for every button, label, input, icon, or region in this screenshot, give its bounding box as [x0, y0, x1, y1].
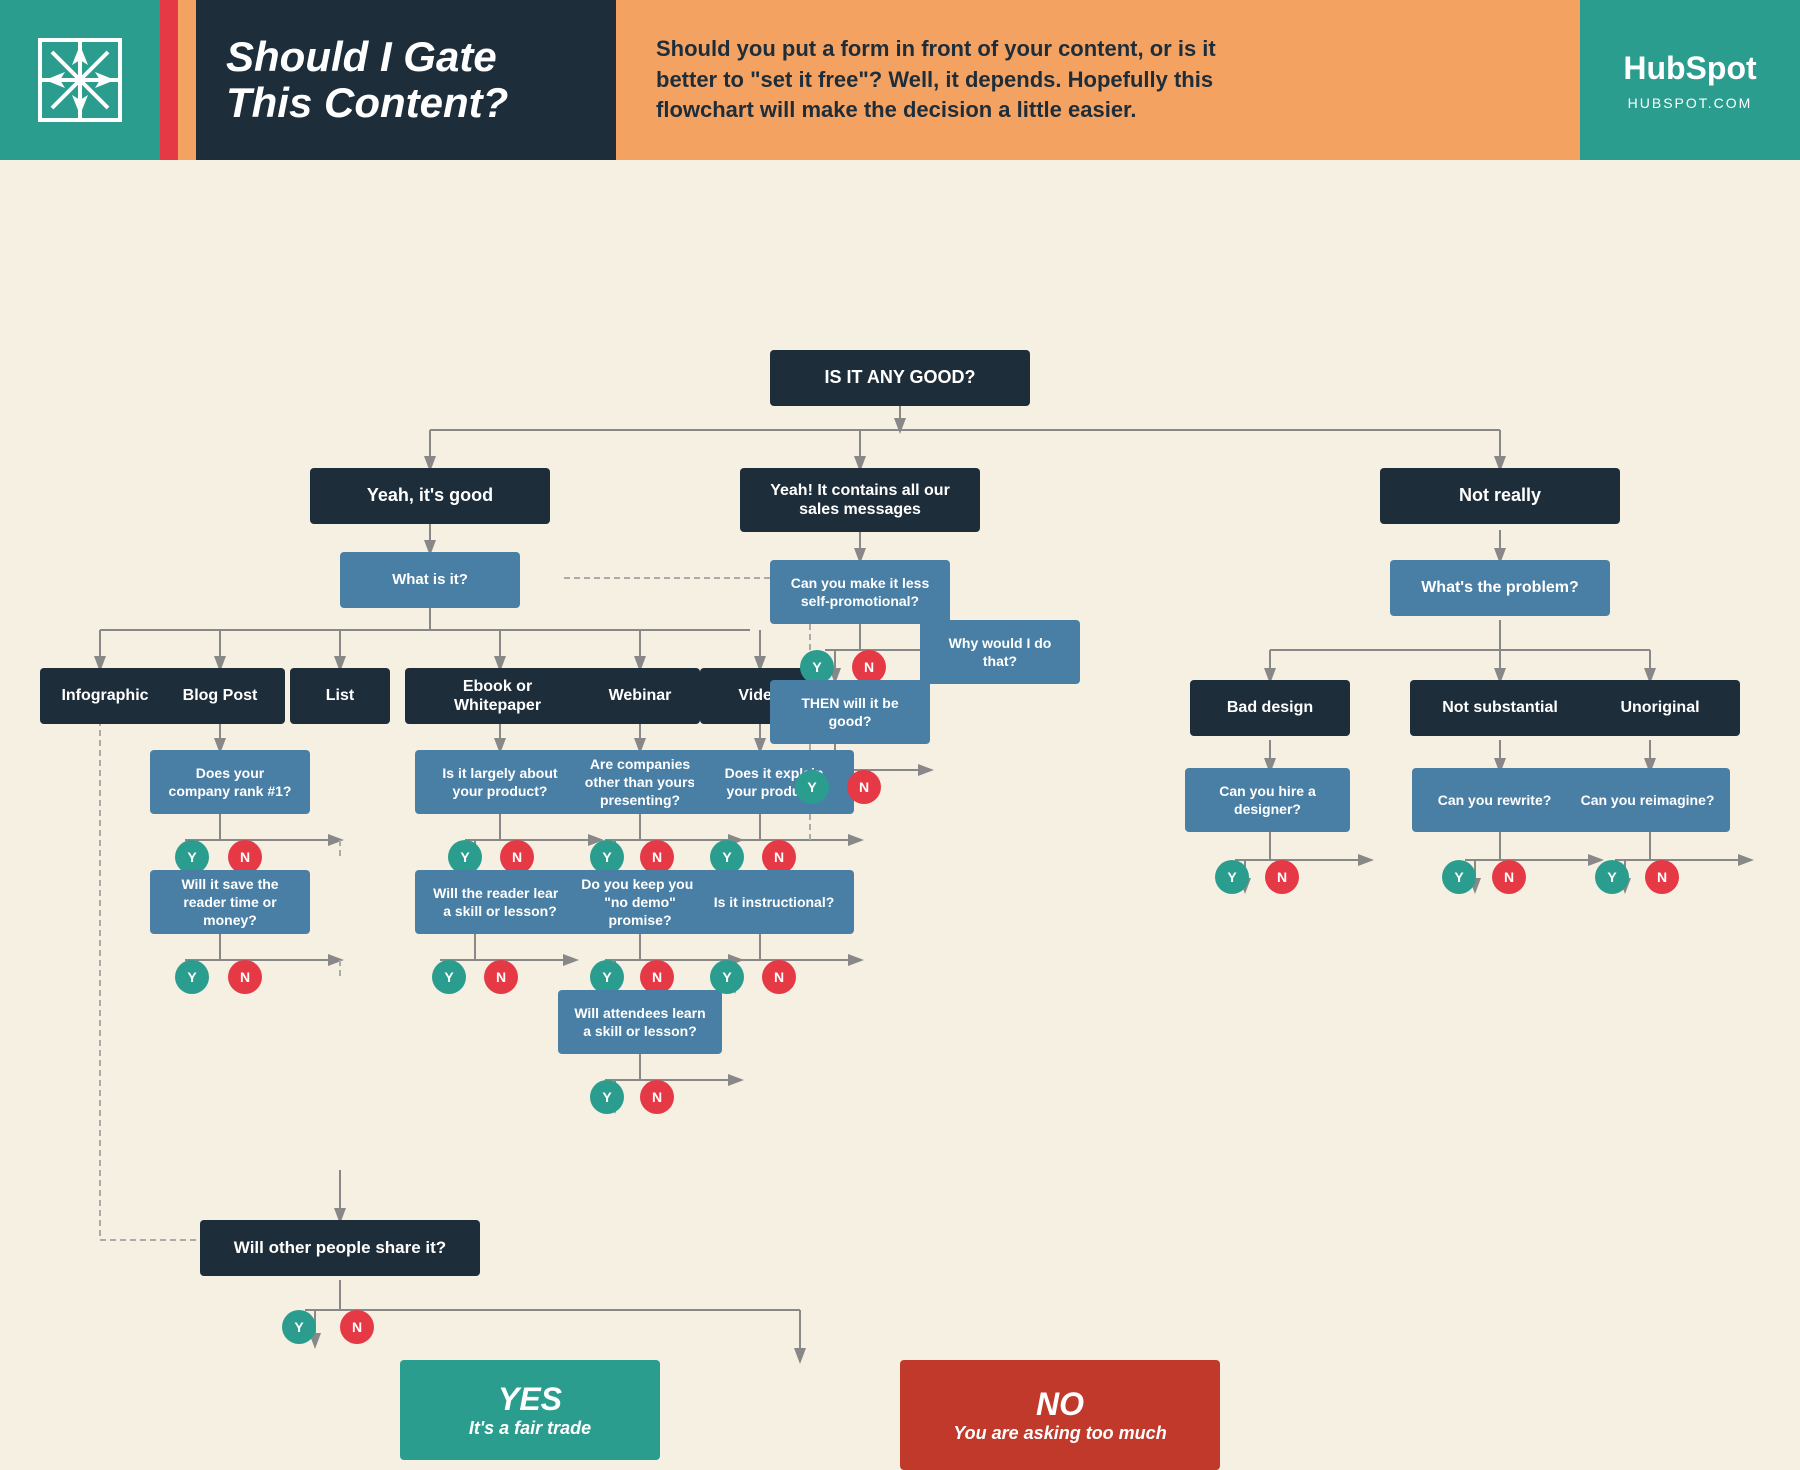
- can-reimagine-node: Can you reimagine?: [1565, 768, 1730, 832]
- then-good-yes: Y: [795, 770, 829, 804]
- yeah-sales-node: Yeah! It contains all our sales messages: [740, 468, 980, 532]
- red-accent-bar: [160, 0, 178, 160]
- less-promo-yes: Y: [800, 650, 834, 684]
- hubspot-background: HubSpot HUBSPOT.COM: [1580, 0, 1800, 160]
- page-title: Should I Gate This Content?: [226, 34, 508, 126]
- company-rank-no: N: [228, 840, 262, 874]
- list-node: List: [290, 668, 390, 724]
- hubspot-url: HUBSPOT.COM: [1628, 95, 1753, 111]
- save-reader-node: Will it save the reader time or money?: [150, 870, 310, 934]
- can-reimagine-no: N: [1645, 860, 1679, 894]
- unoriginal-node: Unoriginal: [1580, 680, 1740, 736]
- will-share-node: Will other people share it?: [200, 1220, 480, 1276]
- then-good-no: N: [847, 770, 881, 804]
- explain-product-no: N: [762, 840, 796, 874]
- ebook-node: Ebook or Whitepaper: [405, 668, 590, 724]
- keep-no-demo-no: N: [640, 960, 674, 994]
- then-good-node: THEN will it be good?: [770, 680, 930, 744]
- less-promo-node: Can you make it less self-promotional?: [770, 560, 950, 624]
- yes-sublabel: It's a fair trade: [469, 1418, 591, 1440]
- why-would-node: Why would I do that?: [920, 620, 1080, 684]
- orange-accent-bar: [178, 0, 196, 160]
- company-rank-yes: Y: [175, 840, 209, 874]
- webinar-node: Webinar: [580, 668, 700, 724]
- page-description: Should you put a form in front of your c…: [656, 34, 1256, 126]
- result-yes-node: YES It's a fair trade: [400, 1360, 660, 1460]
- logo-icon: [30, 30, 130, 130]
- instructional-yes: Y: [710, 960, 744, 994]
- can-rewrite-yes: Y: [1442, 860, 1476, 894]
- share-no: N: [340, 1310, 374, 1344]
- is-instructional-node: Is it instructional?: [694, 870, 854, 934]
- yeah-good-node: Yeah, it's good: [310, 468, 550, 524]
- description-background: Should you put a form in front of your c…: [616, 0, 1580, 160]
- companies-other-yes: Y: [590, 840, 624, 874]
- attendees-learn-yes: Y: [590, 1080, 624, 1114]
- blog-post-node: Blog Post: [155, 668, 285, 724]
- start-node: IS IT ANY GOOD?: [770, 350, 1030, 406]
- save-reader-no: N: [228, 960, 262, 994]
- can-rewrite-no: N: [1492, 860, 1526, 894]
- explain-product-yes: Y: [710, 840, 744, 874]
- logo-background: [0, 0, 160, 160]
- bad-design-node: Bad design: [1190, 680, 1350, 736]
- instructional-no: N: [762, 960, 796, 994]
- flowchart: IS IT ANY GOOD? Yeah, it's good Yeah! It…: [0, 160, 1800, 1412]
- attendees-learn-node: Will attendees learn a skill or lesson?: [558, 990, 722, 1054]
- result-no-node: NO You are asking too much: [900, 1360, 1220, 1470]
- save-reader-yes: Y: [175, 960, 209, 994]
- no-sublabel: You are asking too much: [953, 1423, 1166, 1445]
- not-substantial-node: Not substantial: [1410, 680, 1590, 736]
- hubspot-logo: HubSpot: [1623, 50, 1756, 87]
- attendees-learn-no: N: [640, 1080, 674, 1114]
- no-label: NO: [953, 1385, 1166, 1423]
- companies-other-no: N: [640, 840, 674, 874]
- not-really-node: Not really: [1380, 468, 1620, 524]
- share-yes: Y: [282, 1310, 316, 1344]
- keep-no-demo-yes: Y: [590, 960, 624, 994]
- reader-learn-no: N: [484, 960, 518, 994]
- hire-designer-no: N: [1265, 860, 1299, 894]
- largely-yes: Y: [448, 840, 482, 874]
- largely-no: N: [500, 840, 534, 874]
- header: Should I Gate This Content? Should you p…: [0, 0, 1800, 160]
- explain-product-node: Does it explain your product?: [694, 750, 854, 814]
- hire-designer-node: Can you hire a designer?: [1185, 768, 1350, 832]
- title-background: Should I Gate This Content?: [196, 0, 616, 160]
- less-promo-no: N: [852, 650, 886, 684]
- can-reimagine-yes: Y: [1595, 860, 1629, 894]
- whats-problem-node: What's the problem?: [1390, 560, 1610, 616]
- can-rewrite-node: Can you rewrite?: [1412, 768, 1577, 832]
- reader-learn-yes: Y: [432, 960, 466, 994]
- infographic-node: Infographic: [40, 668, 170, 724]
- yes-label: YES: [469, 1380, 591, 1418]
- what-is-it-node: What is it?: [340, 552, 520, 608]
- hire-designer-yes: Y: [1215, 860, 1249, 894]
- company-rank-node: Does your company rank #1?: [150, 750, 310, 814]
